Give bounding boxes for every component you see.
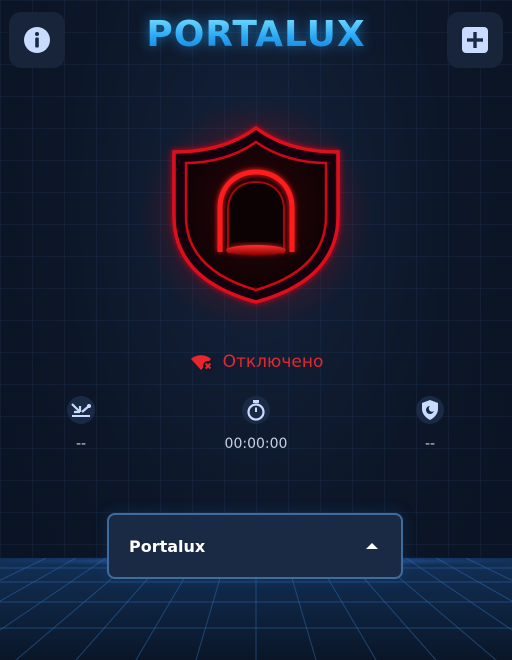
plus-square-icon xyxy=(462,27,488,53)
status-text: Отключено xyxy=(222,352,324,372)
connection-status: Отключено xyxy=(0,352,512,372)
server-selector[interactable]: Portalux xyxy=(107,513,403,579)
shield-moon-icon xyxy=(416,396,444,424)
download-speed-icon xyxy=(67,396,95,424)
shield-portal-icon[interactable] xyxy=(120,90,392,340)
download-speed-value: -- xyxy=(75,436,87,452)
session-time-stat: 00:00:00 xyxy=(196,396,316,452)
stopwatch-icon xyxy=(242,396,270,424)
session-time-value: 00:00:00 xyxy=(224,436,288,452)
protection-stat: -- xyxy=(370,396,490,452)
download-speed-stat: -- xyxy=(21,396,141,452)
wifi-disconnected-icon xyxy=(190,355,213,371)
caret-up-icon xyxy=(366,543,378,549)
server-selector-label: Portalux xyxy=(129,536,206,556)
app-title: PORTALUX xyxy=(0,14,512,55)
app-root: PORTALUX Отключено -- 00:00:00 -- Portal… xyxy=(0,0,512,660)
add-config-button[interactable] xyxy=(447,12,503,68)
protection-value: -- xyxy=(424,436,436,452)
